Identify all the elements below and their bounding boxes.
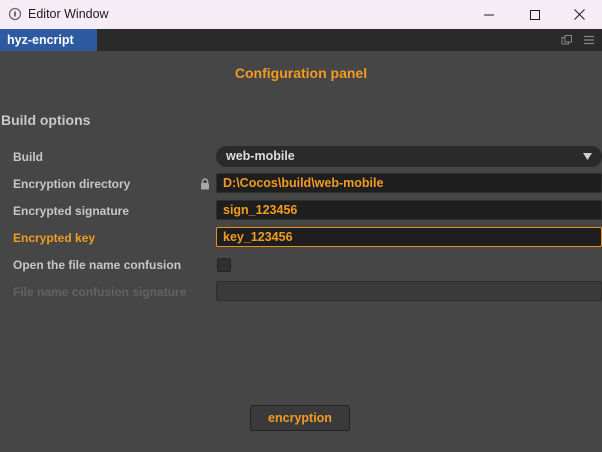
app-icon [8, 7, 22, 21]
encrypted-key-label: Encrypted key [13, 231, 96, 245]
popout-icon[interactable] [561, 34, 573, 46]
panel-title: Configuration panel [234, 65, 368, 81]
maximize-button[interactable] [512, 0, 558, 29]
file-name-confusion-signature-field [216, 281, 602, 301]
file-name-confusion-signature-label: File name confusion signature [13, 285, 187, 299]
lock-icon [201, 178, 209, 190]
window-titlebar: Editor Window [0, 0, 602, 29]
minimize-button[interactable] [466, 0, 512, 29]
minimize-icon [484, 14, 494, 15]
maximize-icon [530, 9, 540, 20]
build-select[interactable]: web-mobile [216, 146, 602, 167]
close-button[interactable] [556, 0, 602, 29]
encryption-button[interactable]: encryption [250, 405, 350, 431]
encryption-directory-field[interactable]: D:\Cocos\build\web-mobile [216, 173, 602, 193]
chevron-down-icon [583, 153, 592, 160]
encrypted-key-field[interactable]: key_123456 [216, 227, 602, 247]
menu-icon[interactable] [583, 34, 595, 46]
window-title: Editor Window [28, 7, 109, 21]
encryption-directory-label: Encryption directory [13, 177, 131, 191]
tab-hyz-encript[interactable]: hyz-encript [0, 29, 97, 51]
encrypted-signature-label: Encrypted signature [13, 204, 130, 218]
panel-tabbar: hyz-encript [0, 29, 602, 51]
file-name-confusion-checkbox[interactable] [217, 258, 231, 272]
close-icon [573, 9, 585, 20]
section-title: Build options [1, 112, 91, 128]
build-label: Build [13, 150, 43, 164]
file-name-confusion-label: Open the file name confusion [13, 258, 182, 272]
encrypted-signature-field[interactable]: sign_123456 [216, 200, 602, 220]
build-select-value: web-mobile [226, 149, 295, 163]
